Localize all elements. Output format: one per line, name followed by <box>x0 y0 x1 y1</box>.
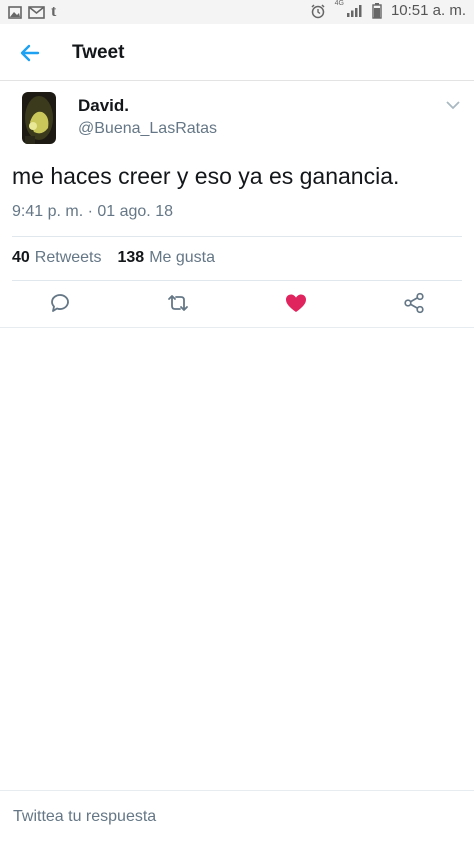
reply-icon[interactable] <box>48 291 72 315</box>
arrow-left-icon[interactable] <box>18 41 42 65</box>
alarm-icon <box>311 3 325 18</box>
tweet-actions <box>0 291 474 321</box>
chevron-down-icon[interactable] <box>446 100 460 110</box>
network-type-label: 4G <box>334 0 344 7</box>
share-icon[interactable] <box>402 291 426 315</box>
retweet-icon[interactable] <box>166 291 190 315</box>
avatar[interactable] <box>22 92 56 144</box>
clock-time: 10:51 a. m. <box>390 2 466 19</box>
divider <box>12 236 462 237</box>
divider <box>12 280 462 281</box>
reply-input[interactable]: Twittea tu respuesta <box>13 808 156 826</box>
page-title: Tweet <box>72 42 125 63</box>
gmail-icon <box>28 5 45 19</box>
retweets-label[interactable]: Retweets <box>35 249 102 267</box>
signal-icon <box>346 5 362 17</box>
engagement-counts: 40 Retweets 138 Me gusta <box>12 249 215 267</box>
app-bar: Tweet <box>0 24 474 81</box>
status-bar: t 4G 10:51 a. m. <box>0 0 474 24</box>
gallery-icon <box>8 5 22 19</box>
tweet-text: me haces creer y eso ya es ganancia. <box>12 163 400 189</box>
battery-icon <box>372 2 382 19</box>
retweets-count[interactable]: 40 <box>12 249 30 267</box>
likes-label[interactable]: Me gusta <box>149 249 215 267</box>
divider <box>0 327 474 328</box>
author-handle[interactable]: @Buena_LasRatas <box>78 120 217 138</box>
heart-icon[interactable] <box>284 291 308 315</box>
likes-count[interactable]: 138 <box>118 249 145 267</box>
reply-bar[interactable]: Twittea tu respuesta <box>0 790 474 843</box>
tweet-timestamp: 9:41 p. m. · 01 ago. 18 <box>12 203 173 220</box>
tumblr-icon: t <box>51 3 57 20</box>
author-name[interactable]: David. <box>78 96 129 116</box>
